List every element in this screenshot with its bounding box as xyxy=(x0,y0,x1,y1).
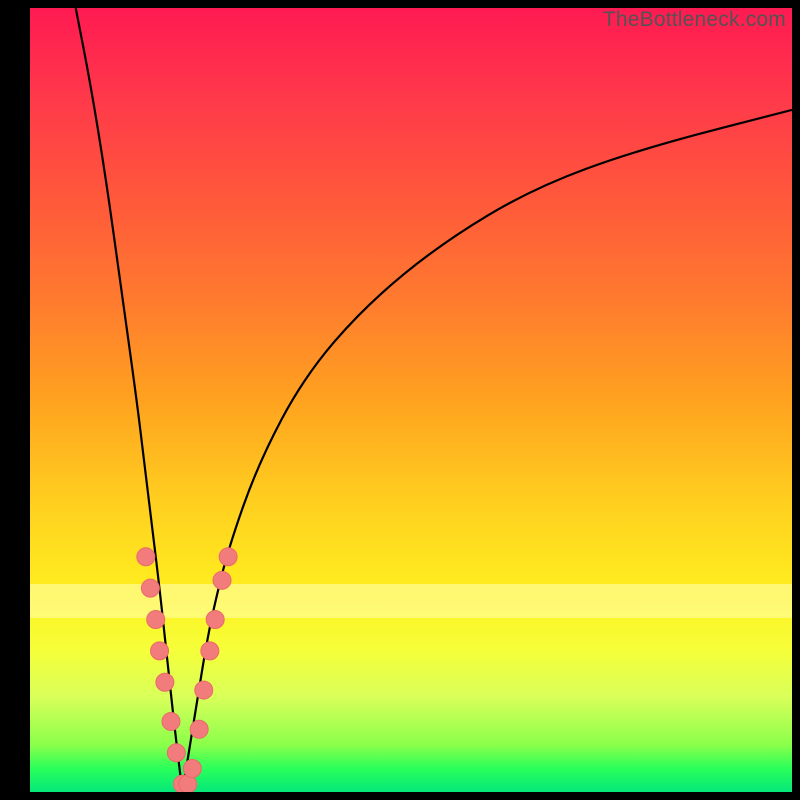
marker-dot xyxy=(147,611,165,629)
curve-layer xyxy=(30,8,792,792)
marker-dot xyxy=(213,571,231,589)
marker-group xyxy=(137,548,237,792)
marker-dot xyxy=(219,548,237,566)
watermark-text: TheBottleneck.com xyxy=(603,8,786,32)
marker-dot xyxy=(206,611,224,629)
plot-area: TheBottleneck.com xyxy=(30,8,792,792)
marker-dot xyxy=(201,642,219,660)
marker-dot xyxy=(151,642,169,660)
bottleneck-curve xyxy=(76,8,792,792)
marker-dot xyxy=(167,744,185,762)
marker-dot xyxy=(195,681,213,699)
marker-dot xyxy=(190,720,208,738)
marker-dot xyxy=(137,548,155,566)
marker-dot xyxy=(141,579,159,597)
marker-dot xyxy=(183,759,201,777)
marker-dot xyxy=(162,712,180,730)
marker-dot xyxy=(156,673,174,691)
right-branch xyxy=(182,110,792,792)
chart-frame: TheBottleneck.com xyxy=(0,0,800,800)
